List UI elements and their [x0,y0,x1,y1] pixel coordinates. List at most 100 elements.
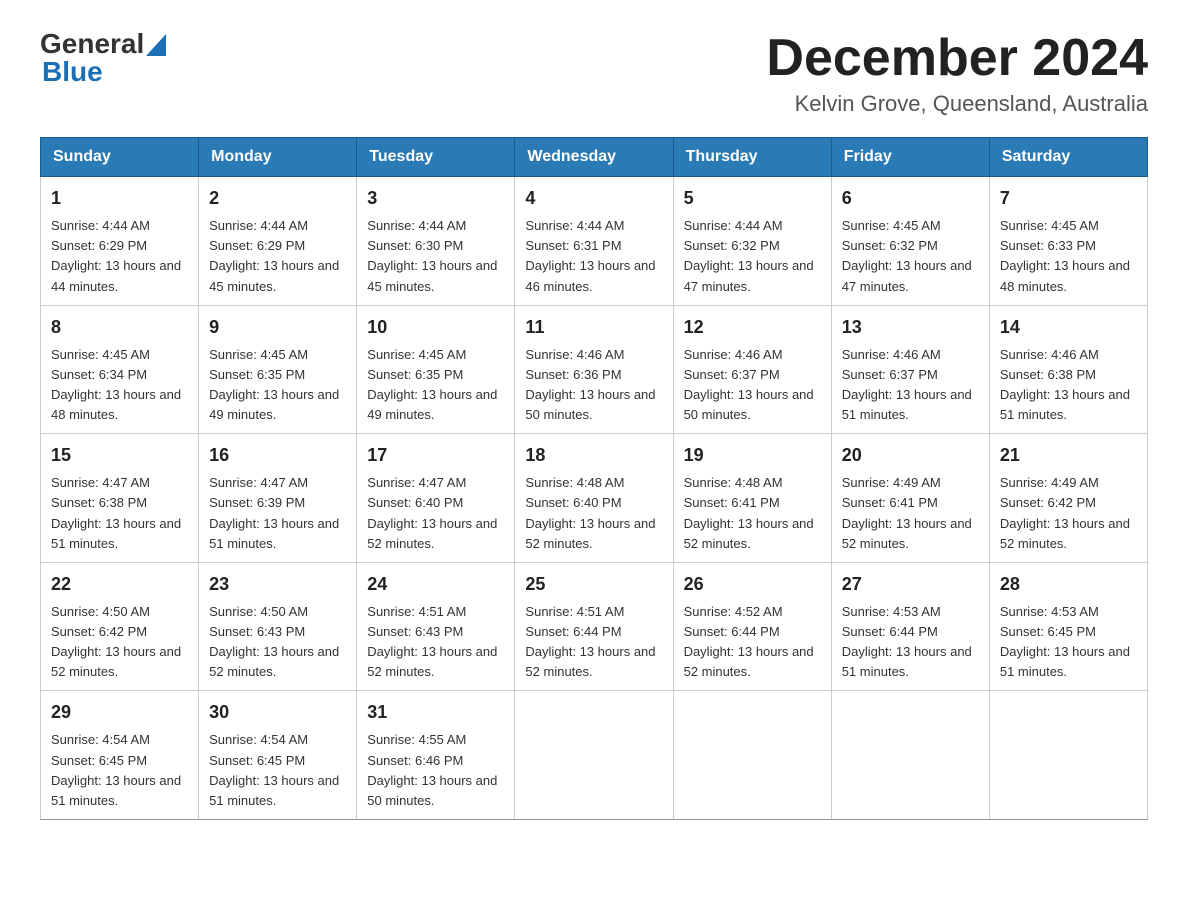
day-info: Sunrise: 4:55 AMSunset: 6:46 PMDaylight:… [367,732,497,807]
day-info: Sunrise: 4:44 AMSunset: 6:31 PMDaylight:… [525,218,655,293]
day-number: 22 [51,571,188,598]
calendar-cell [989,691,1147,820]
month-title: December 2024 [766,30,1148,87]
day-number: 14 [1000,314,1137,341]
logo-general-text: General [40,30,144,58]
location-subtitle: Kelvin Grove, Queensland, Australia [766,91,1148,117]
calendar-cell: 10 Sunrise: 4:45 AMSunset: 6:35 PMDayligh… [357,305,515,434]
day-number: 11 [525,314,662,341]
day-info: Sunrise: 4:51 AMSunset: 6:44 PMDaylight:… [525,604,655,679]
day-info: Sunrise: 4:47 AMSunset: 6:40 PMDaylight:… [367,475,497,550]
calendar-cell: 17 Sunrise: 4:47 AMSunset: 6:40 PMDayligh… [357,434,515,563]
calendar-cell: 28 Sunrise: 4:53 AMSunset: 6:45 PMDayligh… [989,562,1147,691]
day-number: 20 [842,442,979,469]
day-number: 26 [684,571,821,598]
calendar-week-row: 15 Sunrise: 4:47 AMSunset: 6:38 PMDayligh… [41,434,1148,563]
day-info: Sunrise: 4:44 AMSunset: 6:29 PMDaylight:… [51,218,181,293]
calendar-cell: 23 Sunrise: 4:50 AMSunset: 6:43 PMDayligh… [199,562,357,691]
calendar-cell: 14 Sunrise: 4:46 AMSunset: 6:38 PMDayligh… [989,305,1147,434]
day-number: 31 [367,699,504,726]
calendar-week-row: 29 Sunrise: 4:54 AMSunset: 6:45 PMDayligh… [41,691,1148,820]
calendar-week-row: 1 Sunrise: 4:44 AMSunset: 6:29 PMDaylight… [41,177,1148,306]
calendar-cell [673,691,831,820]
calendar-cell [515,691,673,820]
logo-blue-text: Blue [42,58,166,86]
col-header-saturday: Saturday [989,138,1147,177]
calendar-cell: 21 Sunrise: 4:49 AMSunset: 6:42 PMDayligh… [989,434,1147,563]
logo-triangle-icon [146,34,166,56]
day-number: 5 [684,185,821,212]
day-number: 28 [1000,571,1137,598]
col-header-monday: Monday [199,138,357,177]
calendar-cell: 11 Sunrise: 4:46 AMSunset: 6:36 PMDayligh… [515,305,673,434]
day-number: 27 [842,571,979,598]
day-number: 24 [367,571,504,598]
calendar-cell: 15 Sunrise: 4:47 AMSunset: 6:38 PMDayligh… [41,434,199,563]
calendar-cell: 31 Sunrise: 4:55 AMSunset: 6:46 PMDayligh… [357,691,515,820]
day-info: Sunrise: 4:50 AMSunset: 6:42 PMDaylight:… [51,604,181,679]
day-number: 16 [209,442,346,469]
calendar-cell: 12 Sunrise: 4:46 AMSunset: 6:37 PMDayligh… [673,305,831,434]
day-info: Sunrise: 4:44 AMSunset: 6:32 PMDaylight:… [684,218,814,293]
day-info: Sunrise: 4:46 AMSunset: 6:38 PMDaylight:… [1000,347,1130,422]
day-number: 10 [367,314,504,341]
day-number: 15 [51,442,188,469]
day-info: Sunrise: 4:45 AMSunset: 6:34 PMDaylight:… [51,347,181,422]
calendar-cell: 2Sunrise: 4:44 AMSunset: 6:29 PMDaylight… [199,177,357,306]
calendar-cell: 6 Sunrise: 4:45 AMSunset: 6:32 PMDaylight… [831,177,989,306]
day-number: 23 [209,571,346,598]
day-info: Sunrise: 4:51 AMSunset: 6:43 PMDaylight:… [367,604,497,679]
calendar-cell: 3 Sunrise: 4:44 AMSunset: 6:30 PMDaylight… [357,177,515,306]
day-number: 9 [209,314,346,341]
calendar-cell: 22 Sunrise: 4:50 AMSunset: 6:42 PMDayligh… [41,562,199,691]
calendar-cell: 1 Sunrise: 4:44 AMSunset: 6:29 PMDaylight… [41,177,199,306]
calendar-cell: 19 Sunrise: 4:48 AMSunset: 6:41 PMDayligh… [673,434,831,563]
title-area: December 2024 Kelvin Grove, Queensland, … [766,30,1148,117]
day-number: 19 [684,442,821,469]
calendar-cell: 26 Sunrise: 4:52 AMSunset: 6:44 PMDayligh… [673,562,831,691]
day-info: Sunrise: 4:53 AMSunset: 6:45 PMDaylight:… [1000,604,1130,679]
day-info: Sunrise: 4:44 AMSunset: 6:30 PMDaylight:… [367,218,497,293]
logo: General Blue [40,30,166,86]
day-number: 29 [51,699,188,726]
calendar-cell: 27 Sunrise: 4:53 AMSunset: 6:44 PMDayligh… [831,562,989,691]
calendar-week-row: 22 Sunrise: 4:50 AMSunset: 6:42 PMDayligh… [41,562,1148,691]
day-info: Sunrise: 4:46 AMSunset: 6:37 PMDaylight:… [684,347,814,422]
day-info: Sunrise: 4:52 AMSunset: 6:44 PMDaylight:… [684,604,814,679]
calendar-cell: 13Sunrise: 4:46 AMSunset: 6:37 PMDayligh… [831,305,989,434]
day-info: Sunrise: 4:49 AMSunset: 6:42 PMDaylight:… [1000,475,1130,550]
day-info: Sunrise: 4:48 AMSunset: 6:41 PMDaylight:… [684,475,814,550]
calendar-cell: 16 Sunrise: 4:47 AMSunset: 6:39 PMDayligh… [199,434,357,563]
day-info: Sunrise: 4:47 AMSunset: 6:39 PMDaylight:… [209,475,339,550]
day-number: 21 [1000,442,1137,469]
day-number: 30 [209,699,346,726]
calendar-header-row: SundayMondayTuesdayWednesdayThursdayFrid… [41,138,1148,177]
calendar-cell: 9Sunrise: 4:45 AMSunset: 6:35 PMDaylight… [199,305,357,434]
day-info: Sunrise: 4:44 AMSunset: 6:29 PMDaylight:… [209,218,339,293]
calendar-cell: 20 Sunrise: 4:49 AMSunset: 6:41 PMDayligh… [831,434,989,563]
col-header-sunday: Sunday [41,138,199,177]
day-info: Sunrise: 4:47 AMSunset: 6:38 PMDaylight:… [51,475,181,550]
day-info: Sunrise: 4:45 AMSunset: 6:32 PMDaylight:… [842,218,972,293]
day-number: 3 [367,185,504,212]
col-header-friday: Friday [831,138,989,177]
day-info: Sunrise: 4:46 AMSunset: 6:37 PMDaylight:… [842,347,972,422]
calendar-cell: 30 Sunrise: 4:54 AMSunset: 6:45 PMDayligh… [199,691,357,820]
col-header-wednesday: Wednesday [515,138,673,177]
calendar-cell: 25Sunrise: 4:51 AMSunset: 6:44 PMDayligh… [515,562,673,691]
day-number: 1 [51,185,188,212]
col-header-tuesday: Tuesday [357,138,515,177]
day-number: 17 [367,442,504,469]
day-info: Sunrise: 4:50 AMSunset: 6:43 PMDaylight:… [209,604,339,679]
day-number: 12 [684,314,821,341]
day-info: Sunrise: 4:46 AMSunset: 6:36 PMDaylight:… [525,347,655,422]
day-number: 4 [525,185,662,212]
calendar-cell: 7Sunrise: 4:45 AMSunset: 6:33 PMDaylight… [989,177,1147,306]
day-number: 6 [842,185,979,212]
day-number: 7 [1000,185,1137,212]
day-info: Sunrise: 4:53 AMSunset: 6:44 PMDaylight:… [842,604,972,679]
day-info: Sunrise: 4:49 AMSunset: 6:41 PMDaylight:… [842,475,972,550]
day-info: Sunrise: 4:45 AMSunset: 6:35 PMDaylight:… [367,347,497,422]
day-info: Sunrise: 4:54 AMSunset: 6:45 PMDaylight:… [209,732,339,807]
col-header-thursday: Thursday [673,138,831,177]
